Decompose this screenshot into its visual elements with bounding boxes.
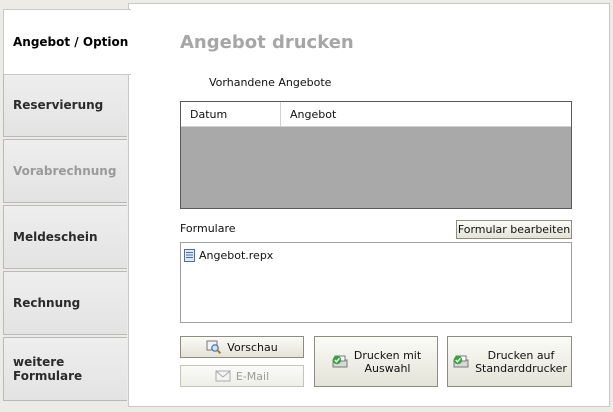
list-item[interactable]: Angebot.repx [184, 247, 273, 263]
report-file-icon [184, 248, 195, 262]
table-header: Datum Angebot [181, 102, 571, 127]
offers-label: Vorhandene Angebote [209, 76, 332, 89]
column-header-datum[interactable]: Datum [181, 102, 281, 126]
form-filename: Angebot.repx [199, 248, 274, 262]
preview-button[interactable]: Vorschau [180, 336, 304, 358]
email-button[interactable]: E-Mail [180, 365, 304, 387]
tab-reservierung[interactable]: Reservierung [3, 73, 127, 137]
print-selection-line1: Drucken mit [353, 348, 422, 362]
content-panel: Angebot drucken Vorhandene Angebote Datu… [128, 3, 610, 407]
tab-angebot-option[interactable]: Angebot / Option [3, 9, 131, 75]
print-default-line2: Standarddrucker [475, 361, 567, 375]
print-with-selection-button[interactable]: Drucken mit Auswahl [314, 336, 438, 387]
envelope-icon [215, 370, 231, 382]
print-default-line1: Drucken auf [487, 348, 555, 362]
tab-label: Rechnung [13, 296, 81, 310]
forms-list[interactable]: Angebot.repx [180, 242, 572, 323]
print-default-printer-button[interactable]: Drucken auf Standarddrucker [447, 336, 572, 387]
tab-label: weitere Formulare [13, 355, 83, 383]
printer-check-icon [453, 355, 469, 367]
tab-label: Meldeschein [13, 230, 98, 244]
print-selection-line2: Auswahl [364, 361, 411, 375]
tab-rechnung[interactable]: Rechnung [3, 271, 127, 335]
tab-vorabrechnung[interactable]: Vorabrechnung [3, 139, 127, 203]
edit-form-button[interactable]: Formular bearbeiten [456, 220, 572, 239]
tab-label: Vorabrechnung [13, 164, 117, 178]
column-header-angebot[interactable]: Angebot [281, 102, 336, 126]
tab-label: Reservierung [13, 98, 104, 112]
preview-icon [206, 340, 222, 354]
page-title: Angebot drucken [180, 32, 354, 53]
tab-label: Angebot / Option [13, 35, 129, 49]
tab-meldeschein[interactable]: Meldeschein [3, 205, 127, 269]
forms-label: Formulare [180, 222, 236, 235]
tab-weitere-formulare[interactable]: weitere Formulare [3, 337, 127, 401]
printer-check-icon [332, 355, 348, 367]
offers-table[interactable]: Datum Angebot [180, 101, 572, 209]
